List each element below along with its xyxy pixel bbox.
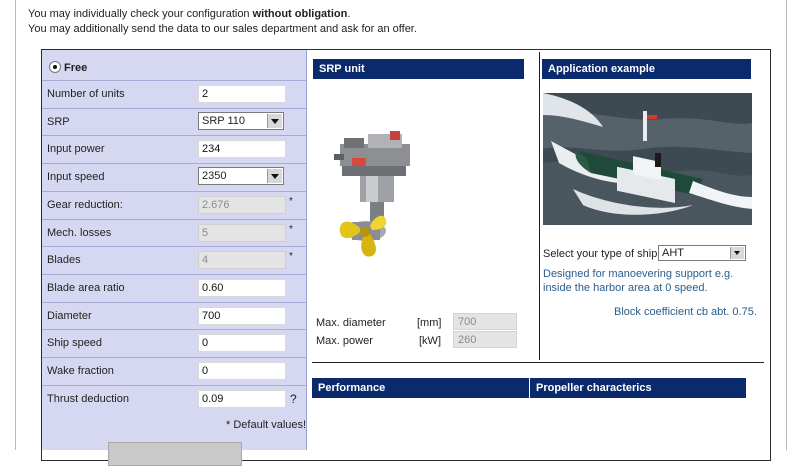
mode-free-radio[interactable]: Free: [42, 50, 306, 78]
config-row-label: Blades: [47, 254, 81, 266]
config-row: Mech. losses[-]5*: [42, 219, 306, 247]
page-border-right: [786, 0, 787, 450]
config-row: Number of units[-]2: [42, 80, 306, 108]
config-row-label: Mech. losses: [47, 227, 112, 239]
default-value-asterisk: *: [289, 196, 293, 207]
config-row-label: Input power: [47, 143, 105, 155]
intro-line-2: You may additionally send the data to ou…: [28, 23, 417, 35]
application-example-header: Application example: [542, 59, 751, 79]
propeller-characteristics-header: Propeller characterics: [530, 378, 746, 398]
config-row-input[interactable]: 0: [198, 334, 286, 352]
config-row-label: Thrust deduction: [47, 393, 129, 405]
tug-ship-photo: [543, 93, 752, 225]
chevron-down-icon[interactable]: [267, 114, 282, 128]
column-divider: [539, 52, 540, 360]
max-diameter-field: 700: [453, 313, 517, 330]
config-row-input[interactable]: 700: [198, 307, 286, 325]
config-row-input[interactable]: 0.60: [198, 279, 286, 297]
config-row: Thrust deduction[-]0.09?: [42, 385, 306, 413]
config-row-label: Gear reduction:: [47, 199, 123, 211]
srp-unit-header: SRP unit: [313, 59, 524, 79]
ship-type-description: Designed for manoevering support e.g. in…: [543, 268, 734, 294]
max-diameter-label: Max. diameter: [316, 317, 386, 329]
config-row: Input speed[rpm]2350: [42, 163, 306, 191]
default-value-asterisk: *: [289, 251, 293, 262]
config-row-select[interactable]: SRP 110: [198, 112, 284, 130]
performance-header: Performance: [312, 378, 529, 398]
ship-type-value: AHT: [662, 247, 684, 259]
max-power-field: 260: [453, 331, 517, 348]
config-row-select-value: 2350: [202, 170, 227, 182]
config-row-label: Wake fraction: [47, 365, 114, 377]
max-diameter-unit: [mm]: [417, 317, 442, 329]
config-row: Blade area ratio[-]0.60: [42, 274, 306, 302]
config-row-select-value: SRP 110: [202, 115, 246, 127]
config-row: Wake fraction[-]0: [42, 357, 306, 385]
ship-type-select[interactable]: AHT: [658, 245, 746, 261]
default-values-note: * Default values!: [226, 419, 307, 431]
section-divider: [312, 362, 764, 363]
config-row: SRP SRP 110: [42, 108, 306, 136]
srp-thruster-image: [334, 131, 410, 257]
config-row: Input power[kW]234: [42, 135, 306, 163]
config-row-input: 2.676: [198, 196, 286, 214]
config-row: Gear reduction:[ i ]2.676*: [42, 191, 306, 219]
config-row-label: Input speed: [47, 171, 105, 183]
config-row-label: Number of units: [47, 88, 125, 100]
help-question-icon[interactable]: ?: [290, 392, 297, 406]
block-coefficient-text: Block coefficient cb abt. 0.75.: [614, 306, 757, 318]
config-row: Diameter[mm]700: [42, 302, 306, 330]
config-row-select[interactable]: 2350: [198, 167, 284, 185]
max-power-label: Max. power: [316, 335, 373, 347]
start-calculation-button[interactable]: [108, 442, 242, 466]
config-row-label: Diameter: [47, 310, 92, 322]
config-row: Ship speed[kts]0: [42, 329, 306, 357]
intro-line-1: You may individually check your configur…: [28, 8, 351, 20]
config-row-input[interactable]: 0.09: [198, 390, 286, 408]
page-border-left: [15, 0, 16, 450]
mode-free-label: Free: [64, 62, 88, 74]
radio-selected-icon[interactable]: [49, 61, 61, 73]
chevron-down-icon[interactable]: [267, 169, 282, 183]
config-row-input: 5: [198, 224, 286, 242]
default-value-asterisk: *: [289, 224, 293, 235]
chevron-down-icon[interactable]: [730, 247, 744, 259]
config-row: Blades[-]4*: [42, 246, 306, 274]
config-row-label: SRP: [47, 116, 70, 128]
config-row-label: Ship speed: [47, 337, 103, 349]
config-row-label: Blade area ratio: [47, 282, 125, 294]
config-row-input[interactable]: 234: [198, 140, 286, 158]
config-row-input: 4: [198, 251, 286, 269]
config-row-input[interactable]: 0: [198, 362, 286, 380]
config-row-input[interactable]: 2: [198, 85, 286, 103]
ship-type-label: Select your type of ship:: [543, 248, 661, 260]
max-power-unit: [kW]: [419, 335, 441, 347]
